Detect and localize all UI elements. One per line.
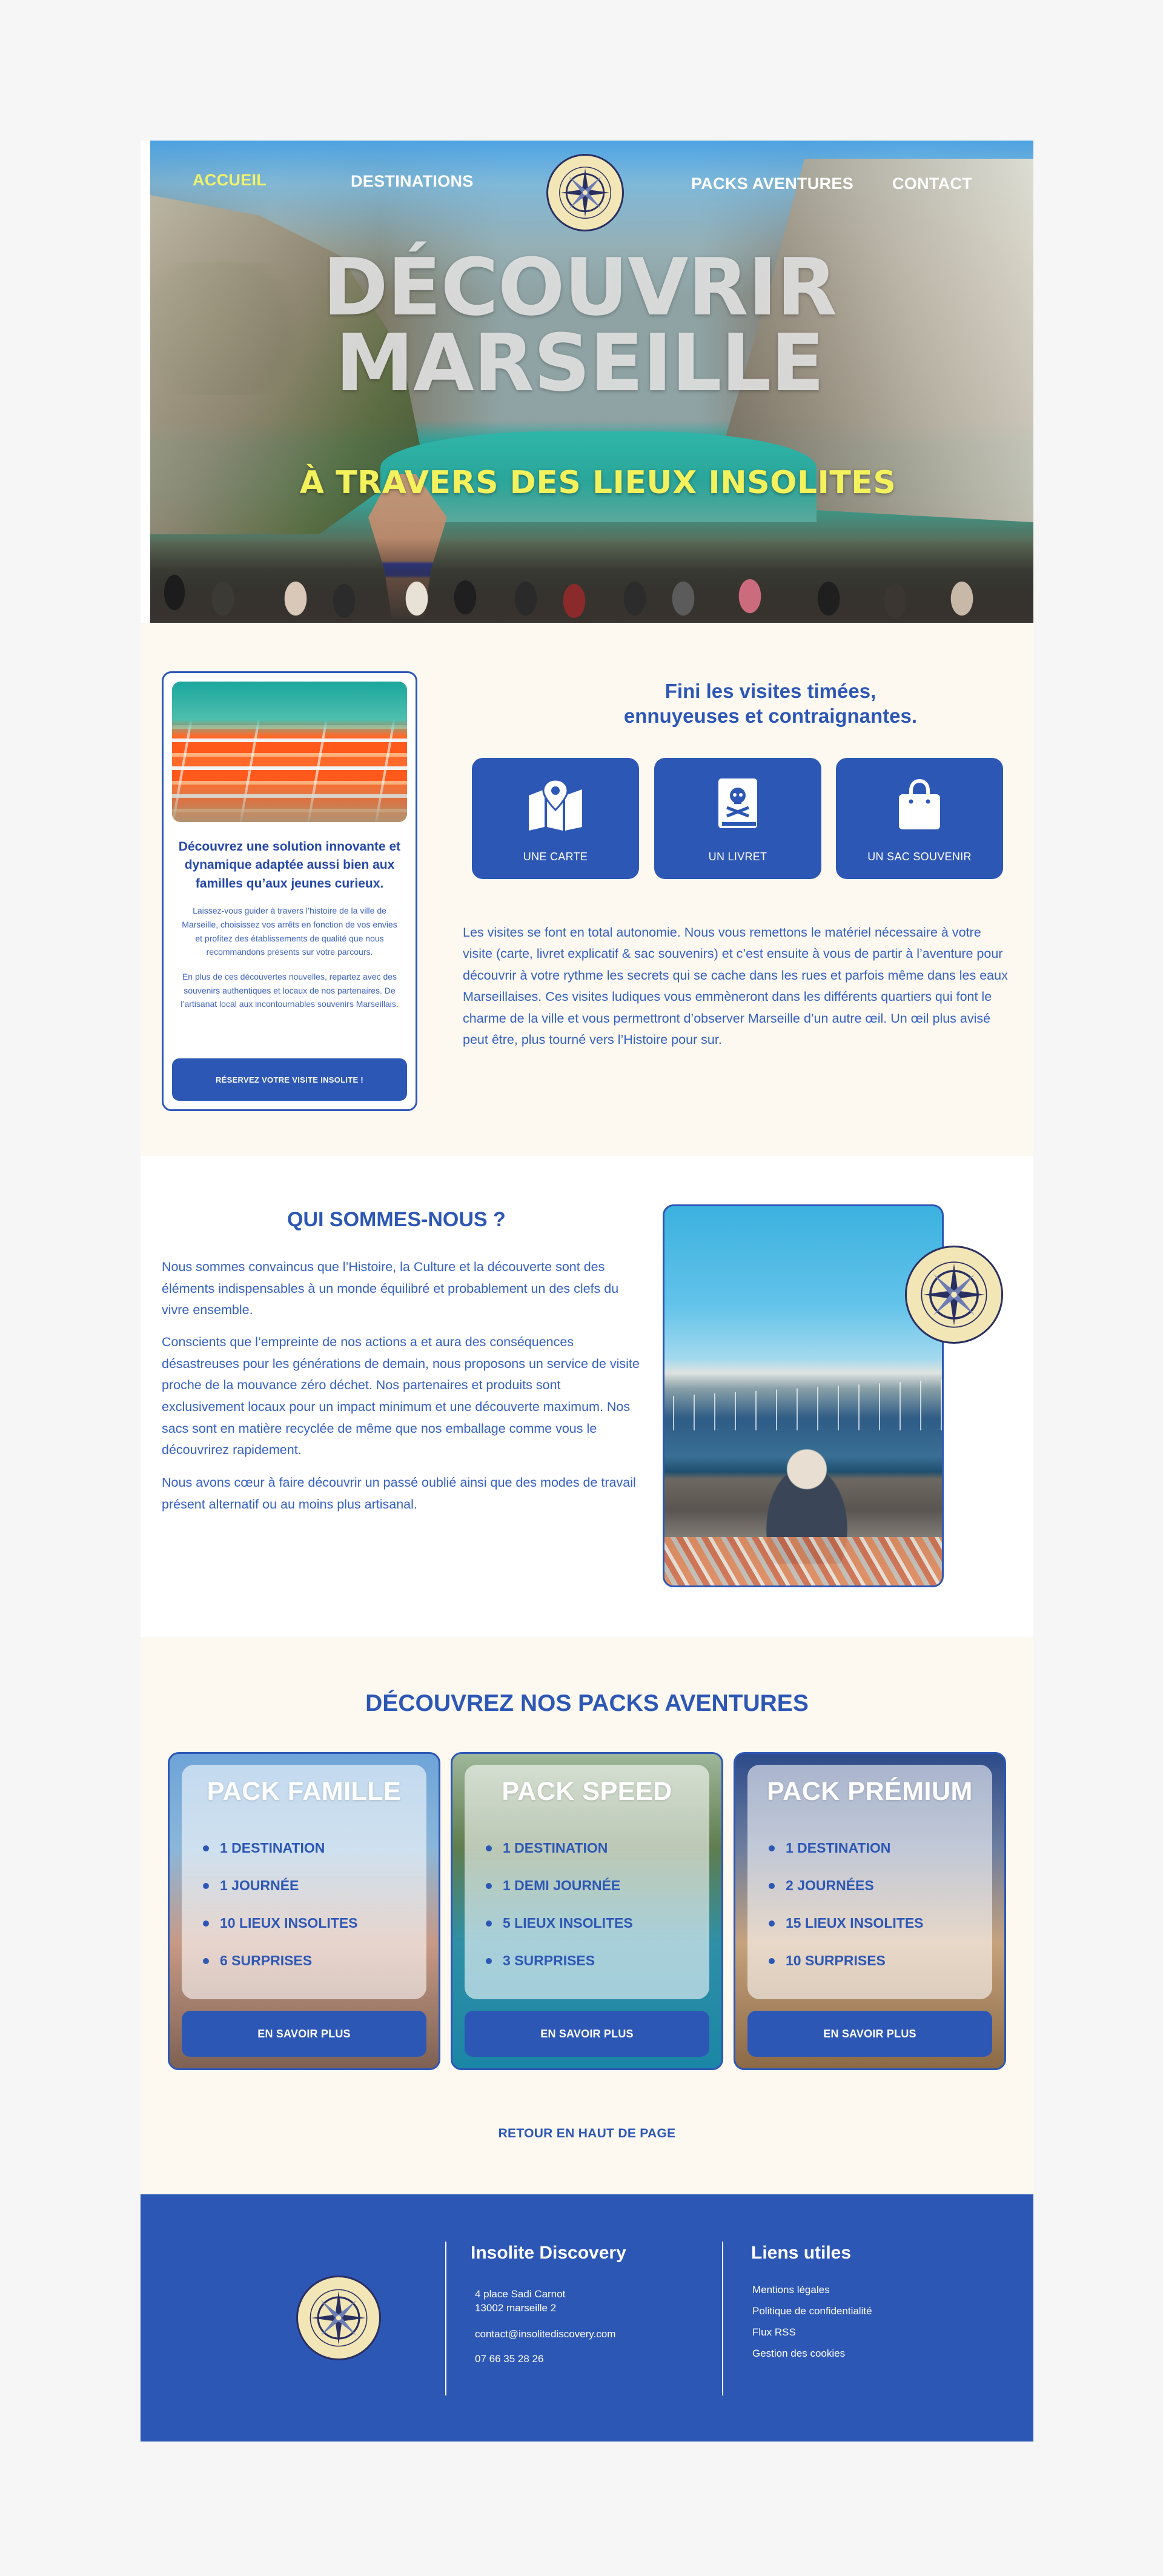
footer-address-line-2: 13002 marseille 2 bbox=[475, 2302, 557, 2314]
about-image-fishmonger-port bbox=[663, 1204, 944, 1587]
about-paragraph-1: Nous sommes convaincus que l’Histoire, l… bbox=[162, 1260, 619, 1318]
port-boats bbox=[664, 1379, 942, 1430]
pack-feature-list: 1 DESTINATION 1 DEMI JOURNÉE 5 LIEUX INS… bbox=[486, 1840, 633, 1990]
hero-title-line-2: MARSEILLE bbox=[335, 316, 824, 409]
about-paragraph-2: Conscients que l’empreinte de nos action… bbox=[162, 1335, 640, 1458]
promo-card: Découvrez une solution innovante et dyna… bbox=[162, 671, 417, 1111]
learn-more-button[interactable]: EN SAVOIR PLUS bbox=[747, 2011, 992, 2057]
map-pin-icon bbox=[529, 778, 582, 831]
site-logo[interactable] bbox=[546, 154, 624, 231]
pack-title: PACK FAMILLE bbox=[207, 1777, 402, 1806]
pack-title: PACK SPEED bbox=[502, 1777, 672, 1806]
intro-heading-line-1: Fini les visites timées, bbox=[664, 680, 876, 702]
page: ACCUEIL DESTINATIONS PACKS AVENTURES CON… bbox=[141, 141, 1033, 2442]
pack-feature: 10 SURPRISES bbox=[769, 1953, 924, 1990]
feature-label-booklet: UN LIVRET bbox=[708, 851, 767, 863]
pack-feature: 10 LIEUX INSOLITES bbox=[203, 1915, 358, 1953]
pack-feature: 15 LIEUX INSOLITES bbox=[769, 1915, 924, 1953]
footer-link-cookies[interactable]: Gestion des cookies bbox=[752, 2348, 845, 2360]
footer-link-rss[interactable]: Flux RSS bbox=[752, 2326, 796, 2339]
about-paragraph-3: Nous avons cœur à faire découvrir un pas… bbox=[162, 1475, 636, 1512]
shopping-bag-icon bbox=[899, 778, 940, 829]
pack-feature: 1 DESTINATION bbox=[203, 1840, 358, 1877]
footer-links-title: Liens utiles bbox=[751, 2243, 852, 2263]
pack-card-premium: PACK PRÉMIUM 1 DESTINATION 2 JOURNÉES 15… bbox=[734, 1752, 1006, 2070]
footer-brand: Insolite Discovery bbox=[471, 2243, 626, 2263]
promo-text-1: Laissez-vous guider à travers l’histoire… bbox=[182, 906, 397, 957]
nav-link-packs-aventures[interactable]: PACKS AVENTURES bbox=[691, 174, 853, 193]
packs-title: DÉCOUVREZ NOS PACKS AVENTURES bbox=[365, 1690, 809, 1716]
footer-divider bbox=[445, 2242, 446, 2395]
about-logo-badge bbox=[905, 1246, 1003, 1344]
booklet-skull-icon bbox=[718, 778, 757, 828]
pack-feature: 1 DESTINATION bbox=[769, 1840, 924, 1877]
footer-divider bbox=[722, 2242, 723, 2395]
compass-rose-icon bbox=[559, 167, 611, 219]
hero-title: DÉCOUVRIR MARSEILLE bbox=[150, 241, 1033, 409]
promo-title: Découvrez une solution innovante et dyna… bbox=[178, 840, 401, 891]
pack-feature: 5 LIEUX INSOLITES bbox=[486, 1915, 633, 1953]
pack-feature-list: 1 DESTINATION 2 JOURNÉES 15 LIEUX INSOLI… bbox=[769, 1840, 924, 1990]
feature-card-map: UNE CARTE bbox=[472, 758, 639, 879]
nav-link-destinations[interactable]: DESTINATIONS bbox=[351, 172, 474, 191]
hero-crowd bbox=[150, 538, 1033, 623]
about-section: QUI SOMMES-NOUS ? Nous sommes convaincus… bbox=[141, 1156, 1033, 1637]
intro-section: Découvrez une solution innovante et dyna… bbox=[141, 623, 1033, 1156]
pack-feature: 3 SURPRISES bbox=[486, 1953, 633, 1990]
fish-stall bbox=[664, 1537, 942, 1585]
pack-feature: 2 JOURNÉES bbox=[769, 1877, 924, 1915]
learn-more-button[interactable]: EN SAVOIR PLUS bbox=[465, 2011, 709, 2057]
pack-card-speed: PACK SPEED 1 DESTINATION 1 DEMI JOURNÉE … bbox=[451, 1752, 723, 2070]
learn-more-button[interactable]: EN SAVOIR PLUS bbox=[182, 2011, 426, 2057]
feature-label-map: UNE CARTE bbox=[523, 851, 588, 863]
pack-feature: 1 JOURNÉE bbox=[203, 1877, 358, 1915]
footer-logo[interactable] bbox=[296, 2276, 381, 2360]
pack-feature: 6 SURPRISES bbox=[203, 1953, 358, 1990]
book-visit-button[interactable]: RÉSERVEZ VOTRE VISITE INSOLITE ! bbox=[172, 1058, 407, 1101]
pack-feature-list: 1 DESTINATION 1 JOURNÉE 10 LIEUX INSOLIT… bbox=[203, 1840, 358, 1990]
packs-section: DÉCOUVREZ NOS PACKS AVENTURES PACK FAMIL… bbox=[141, 1637, 1033, 2194]
pack-card-famille: PACK FAMILLE 1 DESTINATION 1 JOURNÉE 10 … bbox=[168, 1752, 440, 2070]
intro-heading: Fini les visites timées, ennuyeuses et c… bbox=[577, 679, 964, 729]
hero-subtitle: À TRAVERS DES LIEUX INSOLITES bbox=[299, 465, 896, 501]
feature-label-bag: UN SAC SOUVENIR bbox=[867, 851, 972, 863]
site-footer: Insolite Discovery 4 place Sadi Carnot 1… bbox=[141, 2194, 1033, 2442]
hero-title-line-1: DÉCOUVRIR bbox=[322, 241, 837, 333]
feature-card-bag: UN SAC SOUVENIR bbox=[836, 758, 1003, 879]
pack-feature: 1 DEMI JOURNÉE bbox=[486, 1877, 633, 1915]
promo-text-2: En plus de ces découvertes nouvelles, re… bbox=[181, 972, 399, 1009]
footer-email-link[interactable]: contact@insolitediscovery.com bbox=[475, 2328, 615, 2340]
compass-rose-icon bbox=[310, 2289, 368, 2347]
nav-link-accueil[interactable]: ACCUEIL bbox=[193, 171, 267, 190]
intro-heading-line-2: ennuyeuses et contraignantes. bbox=[623, 705, 918, 728]
about-title: QUI SOMMES-NOUS ? bbox=[287, 1208, 506, 1231]
footer-address-line-1: 4 place Sadi Carnot bbox=[475, 2288, 566, 2300]
back-to-top-link[interactable]: RETOUR EN HAUT DE PAGE bbox=[141, 2126, 1033, 2141]
feature-card-booklet: UN LIVRET bbox=[654, 758, 821, 879]
intro-paragraph: Les visites se font en total autonomie. … bbox=[463, 925, 1008, 1047]
footer-link-mentions-legales[interactable]: Mentions légales bbox=[752, 2284, 830, 2296]
footer-phone[interactable]: 07 66 35 28 26 bbox=[475, 2353, 543, 2365]
promo-image-deckchairs bbox=[172, 682, 407, 822]
compass-rose-icon bbox=[921, 1261, 987, 1328]
pack-title: PACK PRÉMIUM bbox=[767, 1777, 973, 1806]
nav-link-contact[interactable]: CONTACT bbox=[892, 174, 972, 193]
hero-banner: ACCUEIL DESTINATIONS PACKS AVENTURES CON… bbox=[150, 141, 1033, 623]
footer-link-privacy-policy[interactable]: Politique de confidentialité bbox=[752, 2305, 872, 2317]
pack-feature: 1 DESTINATION bbox=[486, 1840, 633, 1877]
